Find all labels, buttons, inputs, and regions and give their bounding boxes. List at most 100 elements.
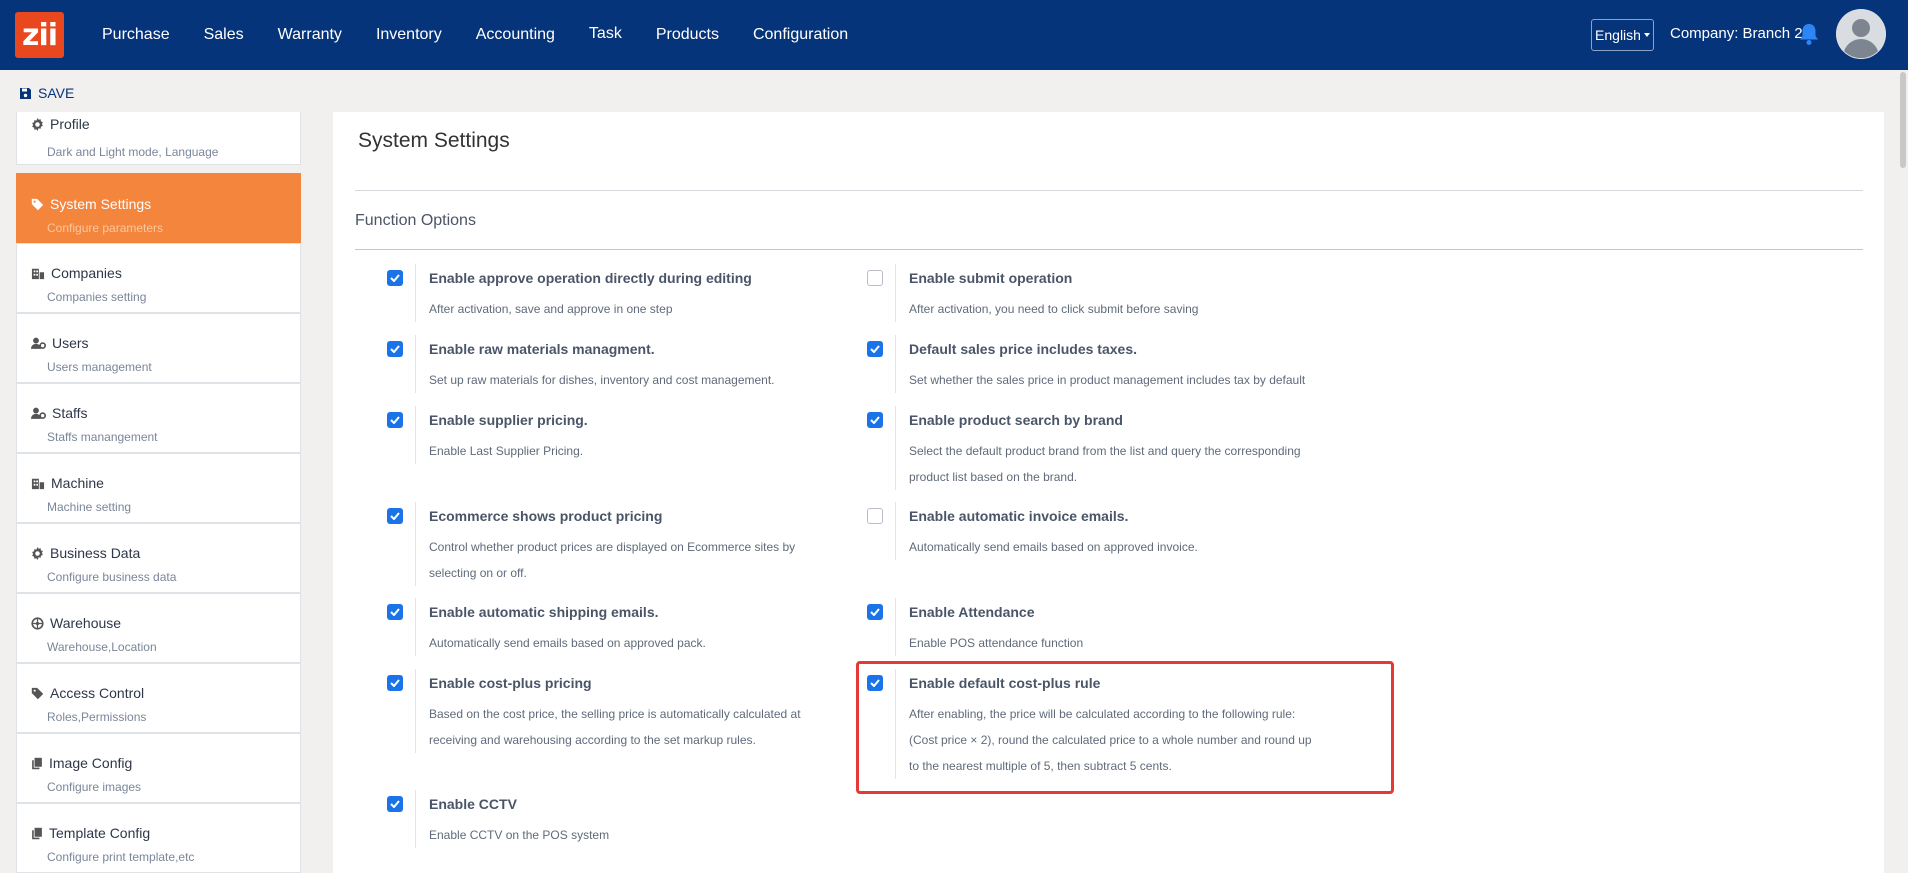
nav-sales[interactable]: Sales bbox=[204, 26, 244, 44]
user-gear-icon bbox=[31, 407, 46, 419]
copy-icon bbox=[32, 757, 42, 769]
sidebar-item-access-control[interactable]: Access Control Roles,Permissions bbox=[16, 663, 301, 733]
user-avatar[interactable] bbox=[1836, 9, 1886, 59]
scrollbar-track[interactable] bbox=[1898, 70, 1908, 873]
option-description: Set whether the sales price in product m… bbox=[909, 373, 1306, 387]
option-divider bbox=[415, 335, 416, 393]
nav-inventory[interactable]: Inventory bbox=[376, 26, 442, 44]
option-divider bbox=[415, 790, 416, 848]
option-description: Enable CCTV on the POS system bbox=[429, 828, 610, 842]
sidebar-item-system-settings[interactable]: System Settings Configure parameters bbox=[16, 173, 301, 243]
sidebar-item-sub: Staffs manangement bbox=[47, 430, 158, 444]
sidebar-item-label: Template Config bbox=[49, 825, 151, 841]
sidebar-item-sub: Configure parameters bbox=[47, 221, 164, 235]
check-icon bbox=[390, 800, 400, 808]
option-description: Enable Last Supplier Pricing. bbox=[429, 444, 584, 458]
checkbox-checked[interactable] bbox=[867, 604, 883, 620]
sidebar-item-label: System Settings bbox=[50, 196, 152, 212]
checkbox-unchecked[interactable] bbox=[867, 270, 883, 286]
caret-down-icon bbox=[1643, 33, 1650, 37]
option-divider bbox=[895, 335, 896, 393]
nav-warranty[interactable]: Warranty bbox=[278, 26, 342, 44]
sidebar-item-sub: Configure print template,etc bbox=[47, 850, 195, 864]
tag-icon bbox=[31, 687, 44, 699]
option-description: After enabling, the price will be calcul… bbox=[909, 707, 1312, 773]
settings-sidebar: Profile Dark and Light mode, Language Sy… bbox=[16, 112, 301, 873]
sidebar-item-sub: Machine setting bbox=[47, 500, 132, 514]
check-icon bbox=[870, 345, 880, 353]
sidebar-item-sub: Configure business data bbox=[47, 570, 177, 584]
checkbox-checked[interactable] bbox=[867, 412, 883, 428]
sidebar-item-staffs[interactable]: Staffs Staffs manangement bbox=[16, 383, 301, 453]
option-divider bbox=[895, 598, 896, 656]
copy-icon bbox=[32, 827, 42, 839]
sidebar-item-label: Staffs bbox=[52, 405, 88, 421]
checkbox-checked[interactable] bbox=[867, 675, 883, 691]
sidebar-item-users[interactable]: Users Users management bbox=[16, 313, 301, 383]
nav-configuration[interactable]: Configuration bbox=[753, 26, 848, 44]
warehouse-icon bbox=[31, 616, 44, 630]
save-label: SAVE bbox=[38, 85, 75, 101]
sidebar-item-sub: Configure images bbox=[47, 780, 142, 794]
option-label: Enable CCTV bbox=[429, 796, 517, 812]
option-divider bbox=[415, 406, 416, 464]
save-button[interactable]: SAVE bbox=[19, 85, 74, 101]
language-label: English bbox=[1595, 27, 1641, 43]
option-description: Control whether product prices are displ… bbox=[429, 540, 796, 580]
checkbox-checked[interactable] bbox=[387, 270, 403, 286]
sidebar-item-sub: Warehouse,Location bbox=[47, 640, 157, 654]
sidebar-item-machine[interactable]: Machine Machine setting bbox=[16, 453, 301, 523]
sidebar-item-template-config[interactable]: Template Config Configure print template… bbox=[16, 803, 301, 873]
check-icon bbox=[390, 608, 400, 616]
check-icon bbox=[390, 345, 400, 353]
option-label: Enable automatic invoice emails. bbox=[909, 508, 1129, 524]
checkbox-unchecked[interactable] bbox=[867, 508, 883, 524]
sidebar-item-label: Access Control bbox=[50, 685, 145, 701]
language-dropdown[interactable]: English bbox=[1591, 19, 1654, 51]
nav-purchase[interactable]: Purchase bbox=[102, 26, 170, 44]
sidebar-item-sub: Users management bbox=[47, 360, 152, 374]
sidebar-item-business-data[interactable]: Business Data Configure business data bbox=[16, 523, 301, 593]
checkbox-checked[interactable] bbox=[387, 341, 403, 357]
app-logo[interactable]: zii bbox=[15, 12, 64, 58]
nav-products[interactable]: Products bbox=[656, 26, 719, 44]
company-label[interactable]: Company: Branch 2 bbox=[1670, 25, 1803, 42]
check-icon bbox=[390, 512, 400, 520]
divider bbox=[355, 190, 1863, 191]
nav-task[interactable]: Task bbox=[589, 25, 622, 43]
checkbox-checked[interactable] bbox=[867, 341, 883, 357]
checkbox-checked[interactable] bbox=[387, 796, 403, 812]
sidebar-item-image-config[interactable]: Image Config Configure images bbox=[16, 733, 301, 803]
building-icon bbox=[31, 268, 45, 279]
action-bar: SAVE bbox=[0, 70, 1908, 112]
option-label: Enable raw materials managment. bbox=[429, 341, 655, 357]
nav-accounting[interactable]: Accounting bbox=[476, 26, 555, 44]
sidebar-item-sub: Companies setting bbox=[47, 290, 147, 304]
sidebar-item-sub: Dark and Light mode, Language bbox=[47, 145, 219, 159]
option-description: Automatically send emails based on appro… bbox=[909, 540, 1198, 554]
sidebar-item-label: Machine bbox=[51, 475, 104, 491]
option-label: Enable automatic shipping emails. bbox=[429, 604, 659, 620]
option-description: After activation, you need to click subm… bbox=[909, 302, 1199, 316]
option-label: Ecommerce shows product pricing bbox=[429, 508, 663, 524]
checkbox-checked[interactable] bbox=[387, 508, 403, 524]
option-label: Enable supplier pricing. bbox=[429, 412, 588, 428]
sidebar-item-profile[interactable]: Profile Dark and Light mode, Language bbox=[16, 112, 301, 165]
checkbox-checked[interactable] bbox=[387, 675, 403, 691]
user-gear-icon bbox=[31, 337, 46, 349]
option-description: Enable POS attendance function bbox=[909, 636, 1084, 650]
option-label: Enable submit operation bbox=[909, 270, 1073, 286]
option-label: Enable approve operation directly during… bbox=[429, 270, 752, 286]
building-icon bbox=[31, 478, 45, 489]
option-description: Set up raw materials for dishes, invento… bbox=[429, 373, 775, 387]
option-description: Based on the cost price, the selling pri… bbox=[429, 707, 801, 747]
check-icon bbox=[870, 608, 880, 616]
check-icon bbox=[390, 679, 400, 687]
checkbox-checked[interactable] bbox=[387, 412, 403, 428]
scrollbar-thumb[interactable] bbox=[1900, 72, 1906, 168]
option-label: Default sales price includes taxes. bbox=[909, 341, 1137, 357]
sidebar-item-warehouse[interactable]: Warehouse Warehouse,Location bbox=[16, 593, 301, 663]
checkbox-checked[interactable] bbox=[387, 604, 403, 620]
bell-icon[interactable] bbox=[1798, 22, 1820, 46]
sidebar-item-companies[interactable]: Companies Companies setting bbox=[16, 243, 301, 313]
